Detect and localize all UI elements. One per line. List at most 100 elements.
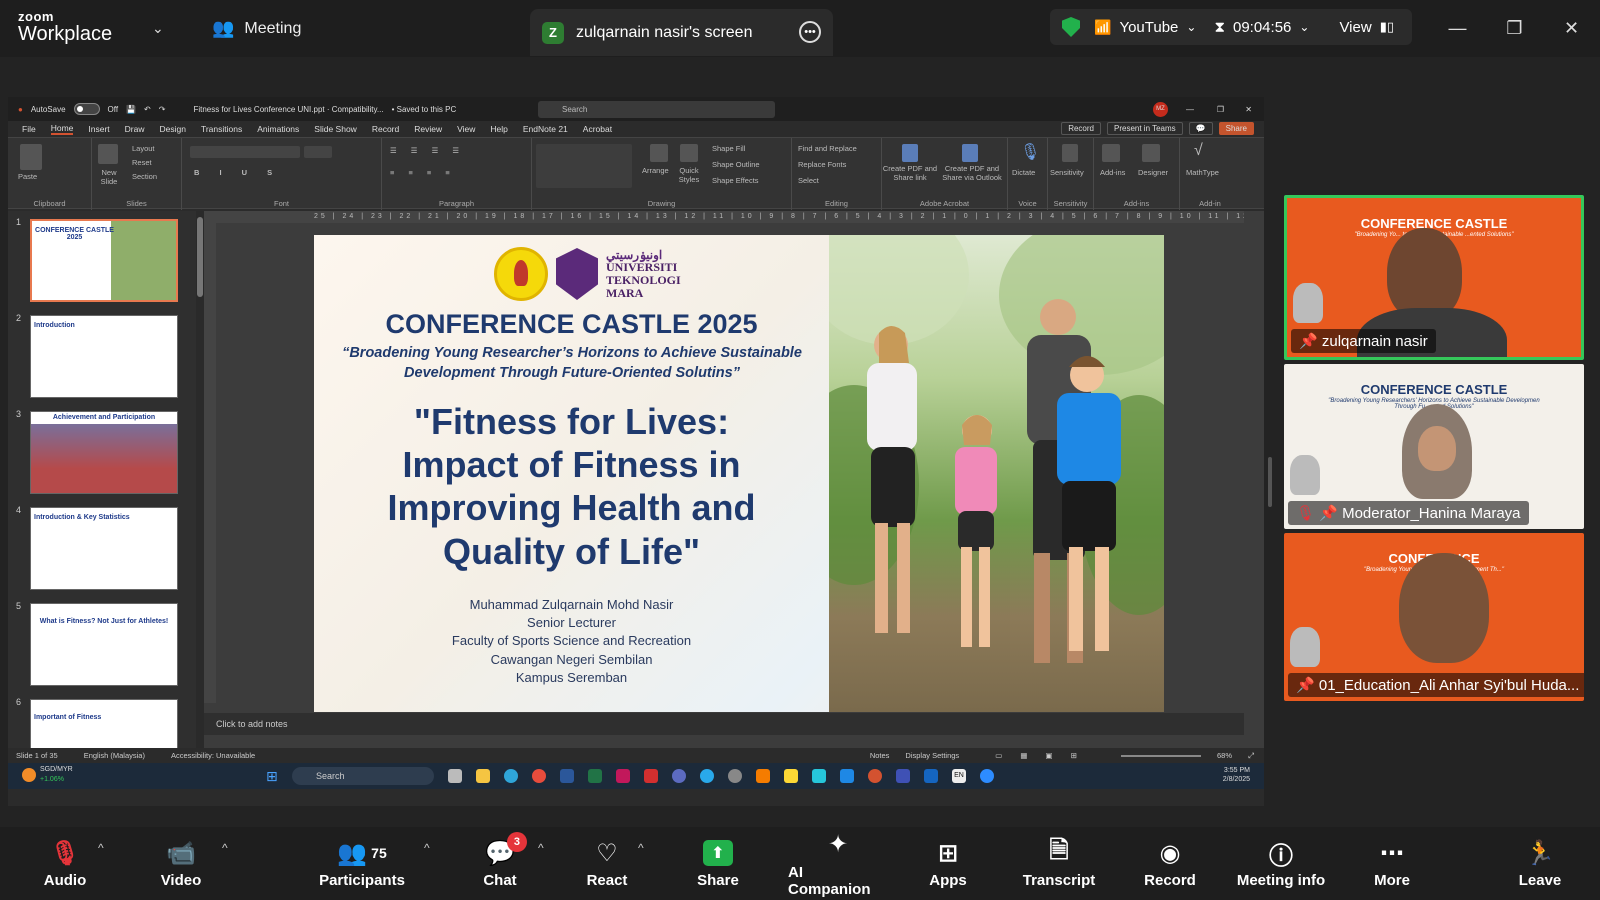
weather-widget-icon[interactable]: [22, 768, 36, 782]
video-tile-ali[interactable]: CONFERENCE "Broadening Young Researche..…: [1284, 533, 1584, 701]
reset-button[interactable]: Reset: [132, 158, 152, 167]
app-icon[interactable]: [756, 769, 770, 783]
meeting-tab[interactable]: 👥 Meeting: [212, 18, 301, 39]
fit-slide-icon[interactable]: ⤢: [1248, 751, 1254, 761]
calculator-icon[interactable]: [896, 769, 910, 783]
minimize-icon[interactable]: —: [1429, 18, 1486, 39]
select-button[interactable]: Select: [798, 176, 819, 185]
shape-outline-button[interactable]: Shape Outline: [712, 160, 760, 169]
task-view-icon[interactable]: [448, 769, 462, 783]
slide-thumbnail[interactable]: Introduction: [30, 315, 178, 398]
menu-slideshow[interactable]: Slide Show: [314, 124, 357, 134]
participants-options-caret[interactable]: ^: [424, 841, 430, 855]
microphone-icon[interactable]: 🎙: [1020, 142, 1040, 162]
saved-status[interactable]: • Saved to this PC: [392, 105, 457, 114]
section-button[interactable]: Section: [132, 172, 157, 181]
taskbar-search[interactable]: Search: [292, 767, 434, 785]
apps-button[interactable]: ⊞ Apps: [928, 827, 968, 900]
language-status[interactable]: English (Malaysia): [84, 751, 145, 760]
slide-thumbnail[interactable]: CONFERENCE CASTLE 2025: [30, 219, 178, 302]
share-screen-button[interactable]: ⬆ Share: [696, 827, 740, 900]
chat-button[interactable]: 💬 3 Chat: [480, 827, 527, 900]
undo-icon[interactable]: ↶: [144, 105, 151, 114]
slide-thumbnail[interactable]: Achievement and Participation: [30, 411, 178, 494]
new-slide-icon[interactable]: [98, 144, 118, 164]
font-name-select[interactable]: [190, 146, 300, 158]
menu-insert[interactable]: Insert: [88, 124, 109, 134]
shared-screen-tab[interactable]: Z zulqarnain nasir's screen •••: [530, 9, 833, 56]
zoom-slider[interactable]: [1120, 754, 1201, 757]
excel-icon[interactable]: [588, 769, 602, 783]
save-icon[interactable]: 💾: [126, 105, 136, 114]
pin-icon[interactable]: 📌: [1296, 677, 1315, 694]
record-button[interactable]: ◉ Record: [1144, 827, 1196, 900]
video-button[interactable]: 📹 Video: [156, 827, 206, 900]
zoom-logo[interactable]: zoom Workplace: [18, 10, 112, 44]
align-icons[interactable]: ≡ ≡ ≡ ≡: [390, 168, 456, 177]
app-icon[interactable]: [812, 769, 826, 783]
list-icons[interactable]: ☰ ☰ ☰ ☰: [390, 146, 465, 155]
menu-home[interactable]: Home: [50, 123, 74, 135]
file-explorer-icon[interactable]: [476, 769, 490, 783]
menu-acrobat[interactable]: Acrobat: [583, 124, 612, 134]
close-icon[interactable]: ✕: [1543, 18, 1600, 39]
app-icon[interactable]: [924, 769, 938, 783]
more-button[interactable]: ⋯ More: [1372, 827, 1412, 900]
chevron-down-icon[interactable]: ⌄: [152, 20, 164, 37]
todo-icon[interactable]: [840, 769, 854, 783]
chrome-icon[interactable]: [532, 769, 546, 783]
menu-view[interactable]: View: [457, 124, 475, 134]
redo-icon[interactable]: ↷: [159, 105, 166, 114]
zoom-level[interactable]: 68%: [1217, 751, 1232, 760]
shape-fill-button[interactable]: Shape Fill: [712, 144, 745, 153]
minimize-icon[interactable]: —: [1186, 105, 1194, 114]
security-shield-icon[interactable]: [1062, 17, 1080, 37]
accessibility-status[interactable]: Accessibility: Unavailable: [171, 751, 255, 760]
slide-thumbnail[interactable]: What is Fitness? Not Just for Athletes!: [30, 603, 178, 686]
shape-effects-button[interactable]: Shape Effects: [712, 176, 759, 185]
designer-icon[interactable]: [1142, 144, 1160, 162]
menu-file[interactable]: File: [22, 124, 36, 134]
pdf-icon[interactable]: [902, 144, 918, 162]
menu-review[interactable]: Review: [414, 124, 442, 134]
menu-transitions[interactable]: Transitions: [201, 124, 242, 134]
powerpoint-icon[interactable]: [868, 769, 882, 783]
video-options-caret[interactable]: ^: [222, 841, 228, 855]
font-format-icons[interactable]: B I U S: [194, 168, 281, 177]
chevron-down-icon[interactable]: ⌄: [1299, 20, 1309, 34]
current-slide[interactable]: اونيۏرسيتي UNIVERSITI TEKNOLOGI MARA CON…: [314, 235, 1164, 712]
notes-pane[interactable]: Click to add notes: [204, 713, 1244, 735]
menu-help[interactable]: Help: [490, 124, 507, 134]
chat-options-caret[interactable]: ^: [538, 841, 544, 855]
audio-options-caret[interactable]: ^: [98, 841, 104, 855]
transcript-button[interactable]: 🗎 Transcript: [1023, 827, 1096, 900]
leave-button[interactable]: 🏃 Leave: [1518, 827, 1562, 900]
notes-button[interactable]: Notes: [870, 751, 890, 760]
find-replace-button[interactable]: Find and Replace: [798, 144, 857, 153]
mathtype-icon[interactable]: √: [1194, 142, 1203, 160]
language-indicator[interactable]: EN: [952, 769, 966, 783]
shapes-gallery[interactable]: [536, 144, 632, 188]
replace-fonts-button[interactable]: Replace Fonts: [798, 160, 846, 169]
edge-icon[interactable]: [504, 769, 518, 783]
thumbnails-scrollbar[interactable]: [196, 211, 204, 764]
addins-icon[interactable]: [1102, 144, 1120, 162]
arrange-icon[interactable]: [650, 144, 668, 162]
pin-icon[interactable]: 📌: [1299, 333, 1318, 350]
comments-icon[interactable]: 💬: [1188, 122, 1213, 135]
slide-thumbnail[interactable]: Introduction & Key Statistics: [30, 507, 178, 590]
video-tile-moderator[interactable]: CONFERENCE CASTLE "Broadening Young Rese…: [1284, 364, 1584, 529]
quick-styles-icon[interactable]: [680, 144, 698, 162]
audio-button[interactable]: 🎙 Audio: [40, 827, 90, 900]
paste-icon[interactable]: [20, 144, 42, 170]
create-pdf-share[interactable]: Create PDF and Share link: [882, 164, 938, 182]
share-button[interactable]: Share: [1218, 122, 1254, 135]
font-size-select[interactable]: [304, 146, 332, 158]
split-resize-handle[interactable]: [1268, 457, 1272, 507]
participants-button[interactable]: 👥 75 Participants: [319, 827, 405, 900]
app-icon[interactable]: [728, 769, 742, 783]
autosave-toggle[interactable]: [73, 103, 100, 115]
app-icon[interactable]: [616, 769, 630, 783]
stream-label[interactable]: YouTube: [1119, 19, 1178, 36]
restore-icon[interactable]: ❐: [1486, 18, 1543, 39]
